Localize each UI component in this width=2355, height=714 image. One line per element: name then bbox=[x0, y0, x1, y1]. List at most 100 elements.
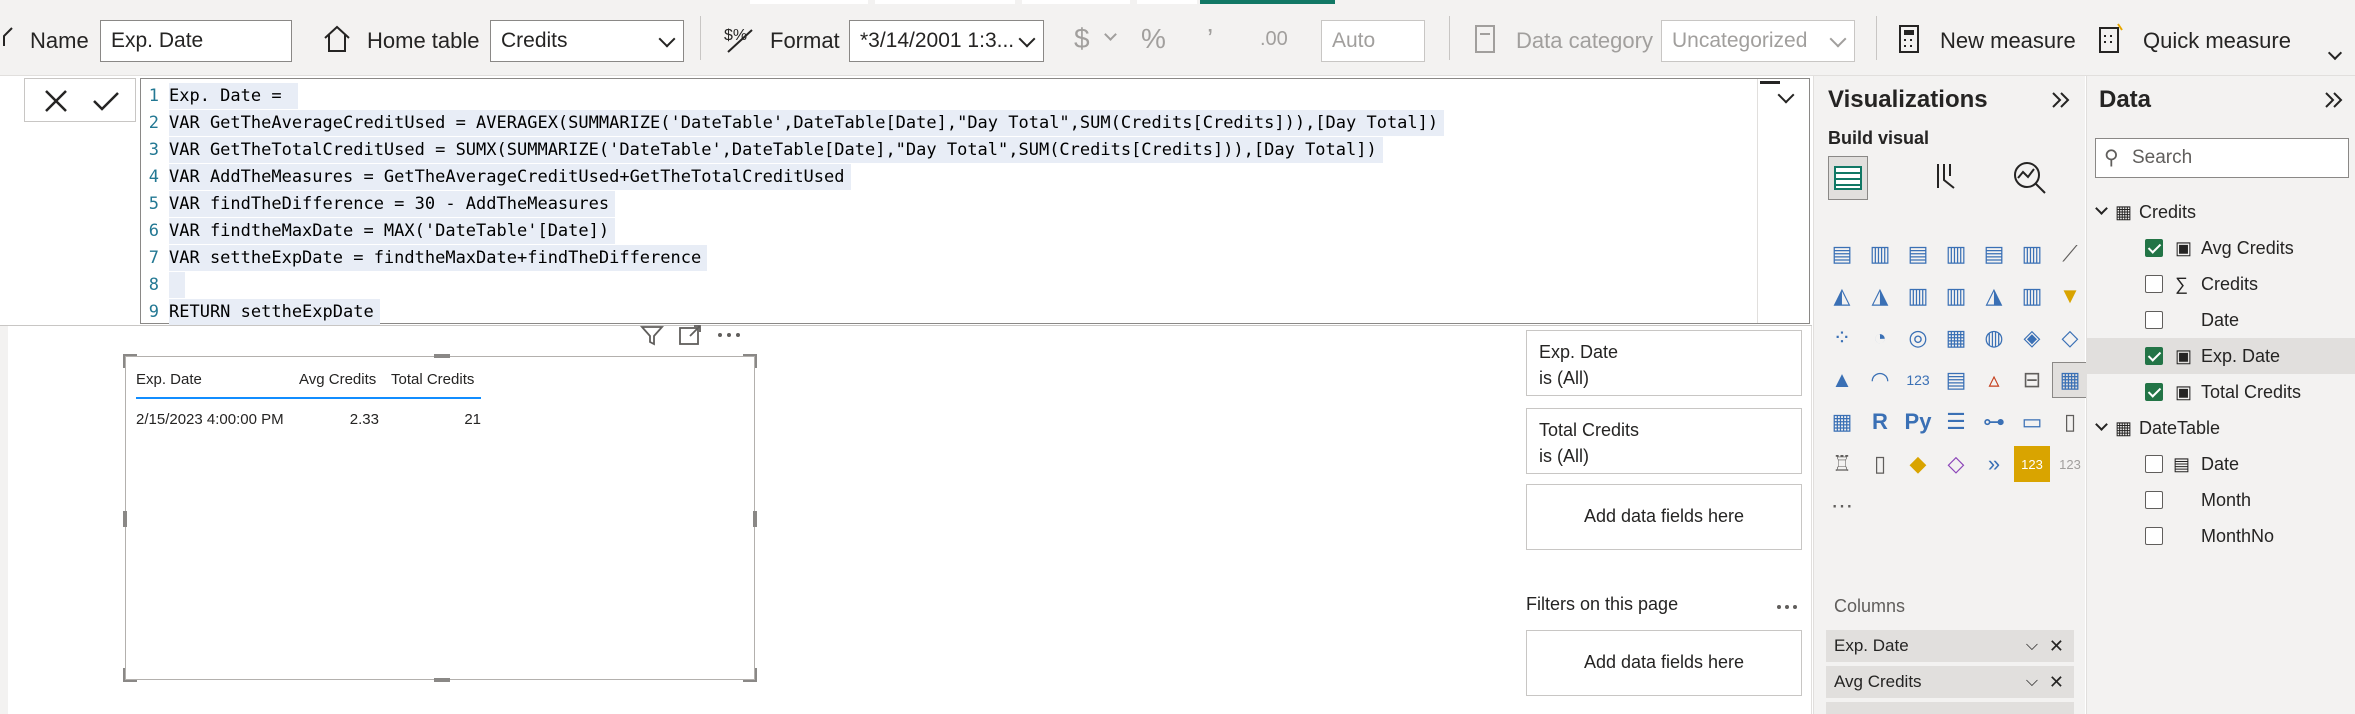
resize-handle[interactable] bbox=[434, 678, 450, 682]
chevron-down-icon[interactable]: ⌵ bbox=[2026, 666, 2038, 698]
currency-icon[interactable]: $ bbox=[1074, 22, 1090, 56]
chevron-down-icon[interactable] bbox=[2095, 202, 2108, 215]
commit-button[interactable] bbox=[78, 78, 134, 124]
table-node-credits[interactable]: ▦ Credits bbox=[2087, 194, 2355, 230]
search-input[interactable]: ⚲ Search bbox=[2095, 138, 2349, 178]
field-checkbox[interactable] bbox=[2145, 527, 2163, 545]
area-chart-icon[interactable]: ◭ bbox=[1824, 278, 1860, 314]
expand-formula-icon[interactable] bbox=[1777, 86, 1795, 104]
comma-icon[interactable]: ’ bbox=[1207, 22, 1213, 56]
column-header[interactable]: Exp. Date bbox=[136, 363, 202, 397]
data-category-select[interactable]: Uncategorized bbox=[1661, 20, 1855, 62]
field-row-selected[interactable]: ▣ Exp. Date bbox=[2087, 338, 2355, 374]
chevron-down-icon[interactable]: ⌵ bbox=[2026, 630, 2038, 662]
field-row[interactable]: MonthNo bbox=[2087, 518, 2355, 554]
column-header[interactable]: Avg Credits bbox=[299, 363, 376, 397]
chevron-down-icon[interactable] bbox=[1104, 28, 1117, 41]
stacked-bar-chart-icon[interactable]: ▤ bbox=[1824, 236, 1860, 272]
resize-handle[interactable] bbox=[123, 668, 137, 682]
more-options-icon[interactable] bbox=[1776, 604, 1798, 610]
stacked-area-chart-icon[interactable]: ◮ bbox=[1862, 278, 1898, 314]
name-input[interactable]: Exp. Date bbox=[100, 20, 292, 62]
column-well-item[interactable]: Exp. Date ⌵ ✕ bbox=[1826, 630, 2074, 662]
kpi-icon[interactable]: ▵ bbox=[1976, 362, 2012, 398]
table-node-datetable[interactable]: ▦ DateTable bbox=[2087, 410, 2355, 446]
percent-icon[interactable]: % bbox=[1141, 22, 1166, 56]
power-apps-icon[interactable]: ◆ bbox=[1900, 446, 1936, 482]
resize-handle[interactable] bbox=[123, 511, 127, 527]
python-visual-icon[interactable]: Py bbox=[1900, 404, 1936, 440]
collapse-pane-icon[interactable] bbox=[2050, 90, 2072, 110]
field-checkbox[interactable] bbox=[2145, 491, 2163, 509]
smart-narrative-icon[interactable]: ▯ bbox=[2052, 404, 2088, 440]
filled-map-icon[interactable]: ◈ bbox=[2014, 320, 2050, 356]
focus-mode-icon[interactable] bbox=[678, 324, 702, 346]
field-checkbox[interactable] bbox=[2145, 311, 2163, 329]
cancel-button[interactable] bbox=[28, 78, 84, 124]
remove-field-icon[interactable]: ✕ bbox=[2049, 666, 2064, 698]
card-new-icon[interactable]: 123 bbox=[2014, 446, 2050, 482]
line-chart-icon[interactable]: ⟋ bbox=[2052, 236, 2088, 272]
slicer-icon[interactable]: ⊟ bbox=[2014, 362, 2050, 398]
r-visual-icon[interactable]: R bbox=[1862, 404, 1898, 440]
100-stacked-bar-chart-icon[interactable]: ▤ bbox=[1976, 236, 2012, 272]
funnel-icon[interactable]: ▼ bbox=[2052, 278, 2088, 314]
field-checkbox[interactable] bbox=[2145, 455, 2163, 473]
format-visual-icon[interactable] bbox=[1930, 160, 1960, 196]
goals-icon[interactable]: ♖ bbox=[1824, 446, 1860, 482]
field-row[interactable]: Date bbox=[2087, 302, 2355, 338]
table-visual[interactable]: Exp. Date Avg Credits Total Credits 2/15… bbox=[123, 354, 757, 682]
card-icon[interactable]: 123 bbox=[1900, 362, 1936, 398]
more-visuals-icon[interactable]: ⋯ bbox=[1824, 488, 1860, 524]
field-row[interactable]: ▣ Avg Credits bbox=[2087, 230, 2355, 266]
field-checkbox[interactable] bbox=[2145, 383, 2163, 401]
pie-chart-icon[interactable]: ◔ bbox=[1862, 320, 1898, 356]
qa-icon[interactable]: ▭ bbox=[2014, 404, 2050, 440]
100-stacked-column-chart-icon[interactable]: ▥ bbox=[2014, 236, 2050, 272]
field-row[interactable]: ▣ Total Credits bbox=[2087, 374, 2355, 410]
scroll-thumb[interactable] bbox=[1760, 81, 1780, 84]
resize-handle[interactable] bbox=[743, 668, 757, 682]
multi-row-card-icon[interactable]: ▤ bbox=[1938, 362, 1974, 398]
shape-map-icon[interactable]: ◇ bbox=[2052, 320, 2088, 356]
new-measure-button[interactable]: New measure bbox=[1940, 28, 2076, 54]
gauge-icon[interactable]: ◠ bbox=[1862, 362, 1898, 398]
add-data-fields-page[interactable]: Add data fields here bbox=[1526, 630, 1802, 696]
decomposition-tree-icon[interactable]: ⊶ bbox=[1976, 404, 2012, 440]
column-well-item-partial[interactable] bbox=[1826, 702, 2074, 714]
ribbon-chart-icon[interactable]: ◮ bbox=[1976, 278, 2012, 314]
azure-map-icon[interactable]: ▲ bbox=[1824, 362, 1860, 398]
resize-handle[interactable] bbox=[123, 354, 137, 368]
chevron-down-icon[interactable] bbox=[2095, 418, 2108, 431]
matrix-icon[interactable]: ▦ bbox=[1824, 404, 1860, 440]
waterfall-chart-icon[interactable]: ▥ bbox=[2014, 278, 2050, 314]
build-visual-tab[interactable] bbox=[1828, 156, 1868, 200]
filter-icon[interactable] bbox=[640, 324, 664, 346]
decimal-places-input[interactable]: Auto bbox=[1321, 20, 1425, 62]
donut-chart-icon[interactable]: ◎ bbox=[1900, 320, 1936, 356]
ribbon-collapse-icon[interactable] bbox=[2327, 45, 2343, 61]
filter-card-exp-date[interactable]: Exp. Date is (All) bbox=[1526, 330, 1802, 396]
field-checkbox[interactable] bbox=[2145, 239, 2163, 257]
home-table-select[interactable]: Credits bbox=[490, 20, 684, 62]
stacked-column-chart-icon[interactable]: ▥ bbox=[1862, 236, 1898, 272]
clustered-bar-chart-icon[interactable]: ▤ bbox=[1900, 236, 1936, 272]
format-select[interactable]: *3/14/2001 1:3... bbox=[849, 20, 1044, 62]
field-row[interactable]: ∑ Credits bbox=[2087, 266, 2355, 302]
clustered-column-chart-icon[interactable]: ▥ bbox=[1938, 236, 1974, 272]
quick-measure-button[interactable]: Quick measure bbox=[2143, 28, 2291, 54]
paginated-report-icon[interactable]: ▯ bbox=[1862, 446, 1898, 482]
field-checkbox[interactable] bbox=[2145, 275, 2163, 293]
column-header[interactable]: Total Credits bbox=[391, 363, 474, 397]
more-options-icon[interactable] bbox=[716, 324, 742, 346]
map-icon[interactable]: ◍ bbox=[1976, 320, 2012, 356]
editor-scrollbar[interactable] bbox=[1757, 79, 1809, 323]
add-data-fields-visual[interactable]: Add data fields here bbox=[1526, 484, 1802, 550]
resize-handle[interactable] bbox=[753, 511, 757, 527]
scatter-chart-icon[interactable]: ⁘ bbox=[1824, 320, 1860, 356]
resize-handle[interactable] bbox=[743, 354, 757, 368]
dax-editor[interactable]: 1 Exp. Date = 2 VAR GetTheAverageCreditUse… bbox=[140, 78, 1810, 325]
field-row[interactable]: Month bbox=[2087, 482, 2355, 518]
key-influencers-icon[interactable]: ☰ bbox=[1938, 404, 1974, 440]
treemap-icon[interactable]: ▦ bbox=[1938, 320, 1974, 356]
